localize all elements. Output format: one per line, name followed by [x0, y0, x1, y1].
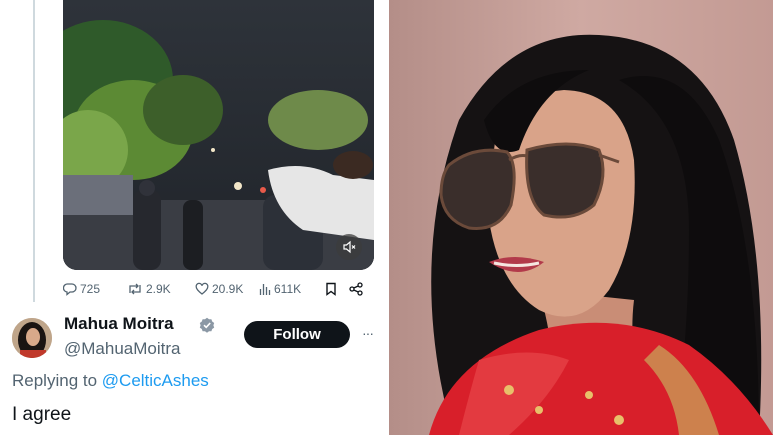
portrait-photo-panel [389, 0, 773, 435]
author-handle[interactable]: @MahuaMoitra [64, 339, 180, 359]
retweet-action[interactable]: 2.9K [127, 282, 195, 296]
like-count: 20.9K [212, 282, 244, 296]
views-count: 611K [274, 282, 302, 296]
like-icon [195, 282, 209, 295]
more-options-icon[interactable]: ··· [362, 325, 374, 341]
portrait-photo [389, 0, 773, 435]
reply-icon [63, 283, 77, 296]
reply-action[interactable]: 725 [63, 282, 127, 296]
share-icon[interactable] [349, 282, 363, 296]
replying-to-mention[interactable]: @CelticAshes [102, 371, 209, 390]
tweet-text: I agree [12, 404, 72, 425]
views-action[interactable]: 611K [259, 282, 325, 296]
like-action[interactable]: 20.9K [195, 282, 259, 296]
follow-button[interactable]: Follow [244, 321, 350, 348]
mute-button[interactable] [336, 234, 362, 260]
embedded-video[interactable] [63, 0, 374, 270]
verified-badge-icon [199, 317, 215, 333]
views-icon [259, 284, 271, 295]
replying-to-line: Replying to @CelticAshes [12, 371, 209, 391]
author-display-name[interactable]: Mahua Moitra [64, 314, 174, 334]
tweet-screenshot-panel: 725 2.9K 20.9K 611K Mahua Moitra @MahuaM… [0, 0, 387, 435]
reply-count: 725 [80, 282, 101, 296]
tail-actions [325, 282, 363, 296]
video-frame [63, 0, 374, 270]
thread-line [33, 0, 35, 302]
bookmark-icon[interactable] [325, 282, 337, 296]
retweet-icon [129, 283, 141, 295]
replying-prefix: Replying to [12, 371, 102, 390]
retweet-count: 2.9K [146, 282, 171, 296]
avatar-image [12, 318, 52, 358]
author-avatar[interactable] [12, 318, 52, 358]
tweet-metrics-bar: 725 2.9K 20.9K 611K [63, 280, 374, 298]
mute-icon [343, 240, 356, 254]
